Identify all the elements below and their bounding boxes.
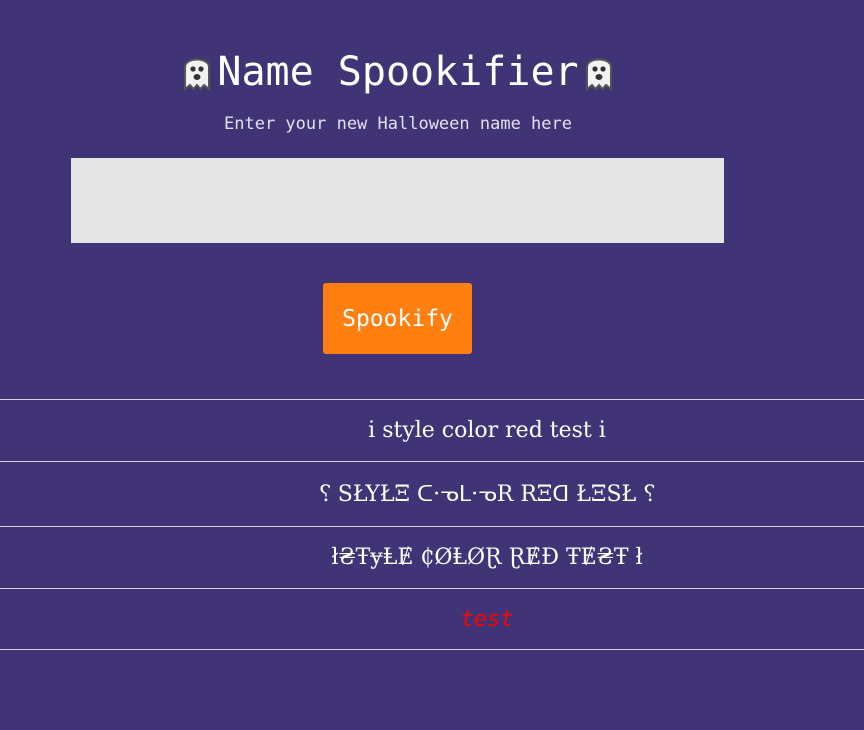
page-title: Name Spookifier — [217, 49, 579, 95]
result-text: ⸮ SŁYŁΞ ᑕ·ᓀᒪ·ᓀR RΞᗡ ŁΞSŁ ⸮ — [318, 481, 656, 507]
results-list: i style color red test i ⸮ SŁYŁΞ ᑕ·ᓀᒪ·ᓀR… — [0, 399, 864, 650]
page-header: Name Spookifier — [182, 44, 614, 100]
ghost-icon — [184, 58, 210, 92]
result-text: ł₴ŦɏⱠɆ ₵ØⱠØⱤ ⱤɆĐ ŦɆ₴Ŧ ł — [331, 545, 643, 570]
list-item: ⸮ SŁYŁΞ ᑕ·ᓀᒪ·ᓀR RΞᗡ ŁΞSŁ ⸮ — [0, 461, 864, 526]
result-text: i style color red test i — [368, 418, 606, 443]
subtitle: Enter your new Halloween name here — [224, 114, 572, 134]
ghost-icon — [585, 58, 612, 92]
result-text: test — [460, 606, 514, 632]
list-item: test — [0, 588, 864, 650]
list-item: i style color red test i — [0, 399, 864, 461]
list-item: ł₴ŦɏⱠɆ ₵ØⱠØⱤ ⱤɆĐ ŦɆ₴Ŧ ł — [0, 526, 864, 588]
name-input[interactable] — [71, 158, 724, 243]
spookify-button[interactable]: Spookify — [323, 283, 472, 354]
